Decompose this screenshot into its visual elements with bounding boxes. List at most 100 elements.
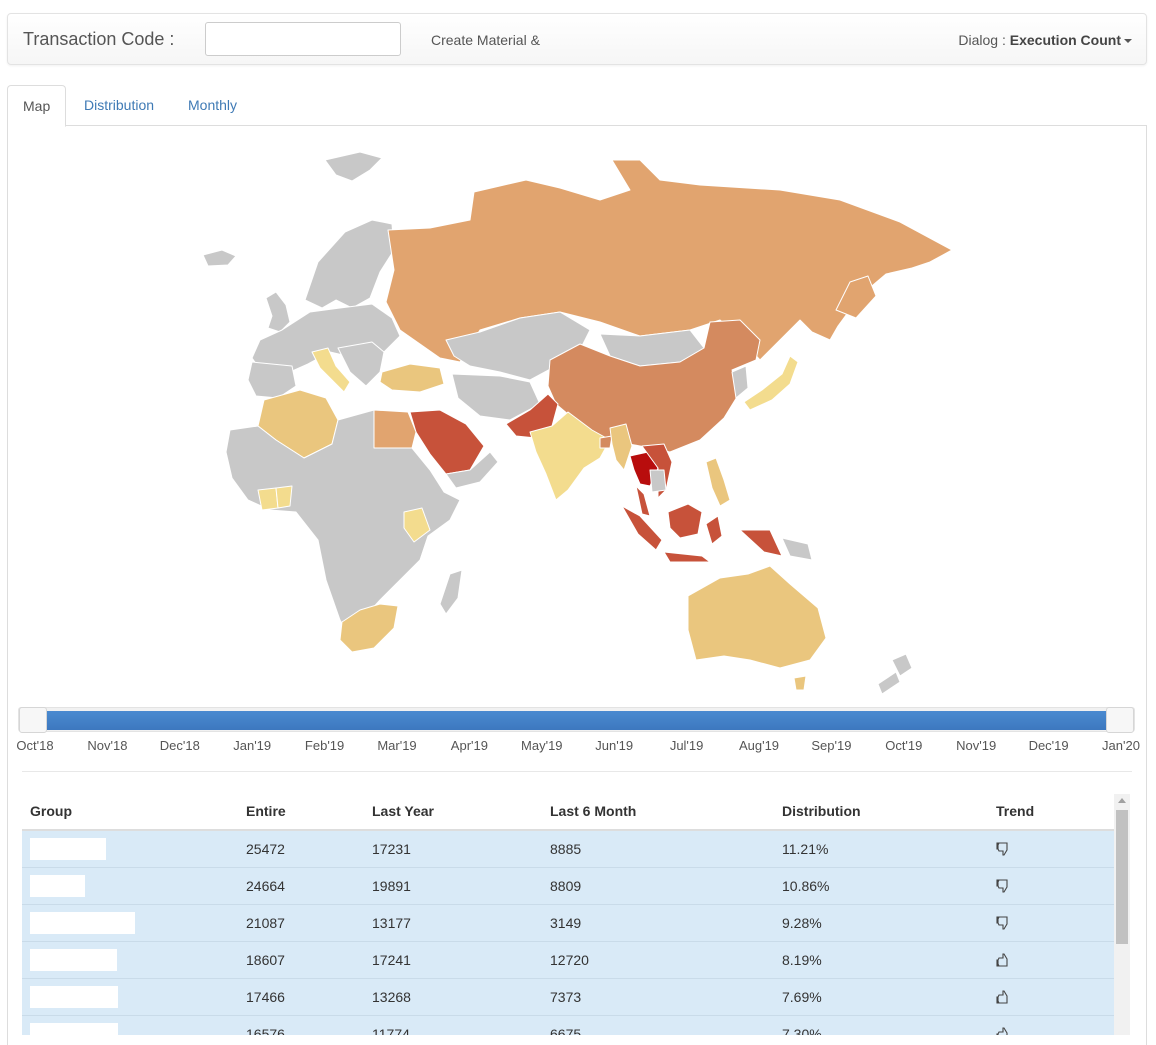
entire-cell: 17466	[238, 977, 364, 1015]
timeline-tick-label: Mar'19	[377, 738, 417, 753]
distribution-cell: 7.30%	[774, 1014, 988, 1035]
last-6-month-cell: 7373	[542, 977, 774, 1015]
map-region-madagascar[interactable]	[439, 569, 463, 615]
last-6-month-cell: 8885	[542, 829, 774, 867]
thumbs-down-icon	[996, 916, 1008, 930]
map-region-svalbard[interactable]	[324, 151, 383, 182]
redacted-group-name	[30, 837, 106, 860]
map-region-uk[interactable]	[265, 291, 291, 333]
thumbs-down-icon	[996, 842, 1008, 856]
thumbs-up-icon	[996, 953, 1008, 967]
redacted-group-name	[30, 874, 85, 897]
table-row[interactable]: 25472 17231 8885 11.21%	[22, 829, 1114, 867]
trend-cell	[988, 1014, 1114, 1035]
timeline-tick-label: Aug'19	[738, 738, 780, 753]
last-year-cell: 19891	[364, 866, 542, 904]
last-year-cell: 13268	[364, 977, 542, 1015]
timeline-tick-label: Apr'19	[450, 738, 488, 753]
chevron-down-icon	[1124, 39, 1132, 44]
entire-cell: 25472	[238, 829, 364, 867]
dialog-prefix: Dialog :	[958, 32, 1006, 48]
timeline-tick-label: Sep'19	[811, 738, 852, 753]
group-table: Group Entire Last Year Last 6 Month Dist…	[22, 792, 1114, 1035]
header-last-year[interactable]: Last Year	[364, 792, 542, 831]
table-scrollbar[interactable]	[1114, 794, 1130, 1035]
timeline-tick-label: Oct'18	[16, 738, 54, 753]
tab-distribution[interactable]: Distribution	[69, 85, 169, 126]
map-region-malaysia[interactable]	[635, 485, 651, 517]
map-region-new-zealand-south[interactable]	[877, 671, 901, 695]
header-trend[interactable]: Trend	[988, 792, 1114, 831]
scroll-up-icon[interactable]	[1118, 798, 1126, 803]
thumbs-up-icon	[996, 1027, 1008, 1035]
map-region-png[interactable]	[781, 537, 813, 561]
map-region-ghana[interactable]	[257, 487, 279, 511]
map-region-australia[interactable]	[687, 565, 827, 669]
header-distribution[interactable]: Distribution	[774, 792, 988, 831]
last-6-month-cell: 12720	[542, 940, 774, 978]
last-year-cell: 11774	[364, 1014, 542, 1035]
thumbs-down-icon	[996, 879, 1008, 893]
map-region-philippines[interactable]	[705, 457, 731, 507]
tab-bar: Map Distribution Monthly	[7, 85, 1147, 127]
tab-monthly[interactable]: Monthly	[173, 85, 252, 126]
transaction-code-label: Transaction Code :	[23, 29, 175, 49]
timeline-tick-label: Jan'19	[233, 738, 272, 753]
map-region-ivory-coast[interactable]	[275, 485, 293, 509]
header-last-6-month[interactable]: Last 6 Month	[542, 792, 774, 831]
table-row[interactable]: 16576 11774 6675 7.30%	[22, 1014, 1114, 1035]
timeline-start-handle[interactable]	[19, 707, 47, 733]
map-region-sulawesi[interactable]	[705, 515, 723, 545]
distribution-cell: 7.69%	[774, 977, 988, 1015]
map-region-bangladesh[interactable]	[599, 435, 613, 449]
map-region-russia[interactable]	[385, 159, 953, 363]
timeline-tick-label: Nov'18	[87, 738, 128, 753]
tab-map[interactable]: Map	[7, 85, 67, 127]
transaction-bar: Transaction Code : Create Material & Dia…	[7, 13, 1147, 65]
group-cell	[22, 829, 238, 867]
divider	[22, 771, 1132, 772]
dialog-selected-value: Execution Count	[1009, 32, 1121, 48]
header-group[interactable]: Group	[22, 792, 238, 831]
trend-cell	[988, 829, 1114, 867]
timeline-tick-label: Jul'19	[669, 738, 704, 753]
redacted-group-name	[30, 985, 118, 1008]
dialog-dropdown[interactable]: Dialog : Execution Count	[958, 32, 1132, 48]
map-region-scandinavia[interactable]	[304, 219, 395, 309]
table-row[interactable]: 21087 13177 3149 9.28%	[22, 903, 1114, 941]
timeline-tick-label: Dec'19	[1028, 738, 1069, 753]
table-row[interactable]: 18607 17241 12720 8.19%	[22, 940, 1114, 978]
group-cell	[22, 977, 238, 1015]
scrollbar-thumb[interactable]	[1116, 810, 1128, 944]
map-region-laos-cambodia[interactable]	[649, 469, 667, 493]
last-6-month-cell: 8809	[542, 866, 774, 904]
map-region-papua[interactable]	[739, 529, 783, 557]
table-row[interactable]: 17466 13268 7373 7.69%	[22, 977, 1114, 1015]
table-header-row: Group Entire Last Year Last 6 Month Dist…	[22, 792, 1114, 831]
timeline-selected-range[interactable]	[47, 711, 1107, 730]
header-entire[interactable]: Entire	[238, 792, 364, 831]
redacted-group-name	[30, 911, 135, 934]
map-region-egypt[interactable]	[373, 409, 417, 449]
transaction-code-input[interactable]	[205, 22, 401, 56]
group-table-container: Group Entire Last Year Last 6 Month Dist…	[22, 792, 1132, 1035]
group-cell	[22, 866, 238, 904]
timeline-end-handle[interactable]	[1106, 707, 1134, 733]
distribution-cell: 9.28%	[774, 903, 988, 941]
map-region-tasmania[interactable]	[793, 675, 807, 691]
last-year-cell: 13177	[364, 903, 542, 941]
last-year-cell: 17231	[364, 829, 542, 867]
trend-cell	[988, 977, 1114, 1015]
map-region-japan[interactable]	[743, 355, 799, 411]
transaction-description: Create Material &	[431, 32, 540, 48]
map-region-iceland[interactable]	[202, 249, 237, 267]
group-cell	[22, 1014, 238, 1035]
timeline-tick-label: Jun'19	[595, 738, 634, 753]
map-region-java[interactable]	[663, 551, 711, 563]
map-region-borneo[interactable]	[667, 503, 703, 539]
map-region-turkey[interactable]	[379, 363, 445, 393]
entire-cell: 16576	[238, 1014, 364, 1035]
table-row[interactable]: 24664 19891 8809 10.86%	[22, 866, 1114, 904]
timeline-tick-label: Oct'19	[885, 738, 923, 753]
entire-cell: 18607	[238, 940, 364, 978]
